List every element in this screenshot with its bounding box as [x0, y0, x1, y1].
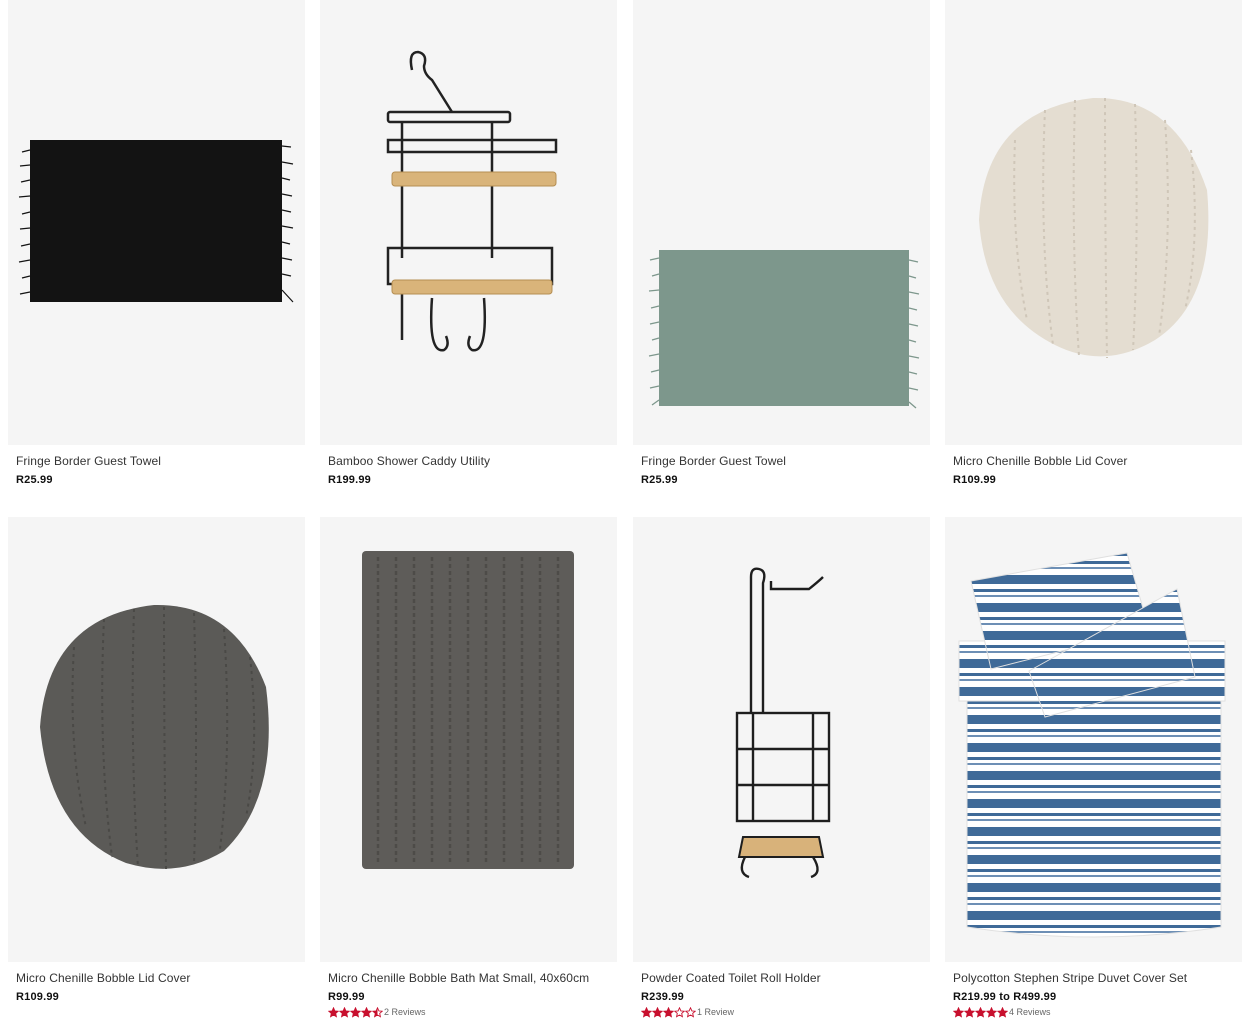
product-rating[interactable]: 2 Reviews — [328, 1006, 426, 1018]
star-icon — [652, 1006, 663, 1018]
product-price: R219.99 to R499.99 — [953, 991, 1057, 1003]
product-name[interactable]: Fringe Border Guest Towel — [641, 454, 786, 468]
star-outline-icon — [674, 1006, 685, 1018]
product-price: R199.99 — [328, 474, 371, 486]
product-price: R25.99 — [16, 474, 53, 486]
rating-stars — [641, 1006, 696, 1018]
product-image-grey-lid-cover[interactable] — [8, 517, 305, 962]
product-name[interactable]: Polycotton Stephen Stripe Duvet Cover Se… — [953, 971, 1187, 985]
product-price: R239.99 — [641, 991, 684, 1003]
product-card[interactable]: Fringe Border Guest Towel R25.99 — [633, 0, 930, 486]
product-card[interactable]: Bamboo Shower Caddy Utility R199.99 — [320, 0, 617, 486]
half-star-icon — [372, 1006, 383, 1018]
product-price: R109.99 — [16, 991, 59, 1003]
product-price: R99.99 — [328, 991, 365, 1003]
product-card[interactable]: Micro Chenille Bobble Lid Cover R109.99 — [8, 517, 305, 1003]
product-card[interactable]: Micro Chenille Bobble Bath Mat Small, 40… — [320, 517, 617, 1018]
star-icon — [641, 1006, 652, 1018]
rating-stars — [328, 1006, 383, 1018]
review-count[interactable]: 1 Review — [697, 1007, 734, 1017]
product-rating[interactable]: 4 Reviews — [953, 1006, 1051, 1018]
product-name[interactable]: Micro Chenille Bobble Lid Cover — [16, 971, 191, 985]
star-icon — [328, 1006, 339, 1018]
rating-stars — [953, 1006, 1008, 1018]
product-price: R25.99 — [641, 474, 678, 486]
product-image-cream-lid-cover[interactable] — [945, 0, 1242, 445]
product-image-grey-bath-mat[interactable] — [320, 517, 617, 962]
product-image-green-towel[interactable] — [633, 0, 930, 445]
star-icon — [997, 1006, 1008, 1018]
product-card[interactable]: Powder Coated Toilet Roll Holder R239.99… — [633, 517, 930, 1018]
product-card[interactable]: Micro Chenille Bobble Lid Cover R109.99 — [945, 0, 1242, 486]
star-icon — [339, 1006, 350, 1018]
review-count[interactable]: 4 Reviews — [1009, 1007, 1051, 1017]
product-image-toilet-roll-holder[interactable] — [633, 517, 930, 962]
product-name[interactable]: Micro Chenille Bobble Bath Mat Small, 40… — [328, 971, 589, 985]
product-image-stripe-duvet[interactable] — [945, 517, 1242, 962]
star-icon — [663, 1006, 674, 1018]
review-count[interactable]: 2 Reviews — [384, 1007, 426, 1017]
product-card[interactable]: Polycotton Stephen Stripe Duvet Cover Se… — [945, 517, 1242, 1018]
product-image-black-towel[interactable] — [8, 0, 305, 445]
star-icon — [964, 1006, 975, 1018]
star-icon — [953, 1006, 964, 1018]
product-image-shower-caddy[interactable] — [320, 0, 617, 445]
star-icon — [350, 1006, 361, 1018]
product-rating[interactable]: 1 Review — [641, 1006, 734, 1018]
product-name[interactable]: Fringe Border Guest Towel — [16, 454, 161, 468]
star-icon — [986, 1006, 997, 1018]
product-name[interactable]: Bamboo Shower Caddy Utility — [328, 454, 490, 468]
star-icon — [361, 1006, 372, 1018]
star-icon — [975, 1006, 986, 1018]
product-price: R109.99 — [953, 474, 996, 486]
product-name[interactable]: Powder Coated Toilet Roll Holder — [641, 971, 821, 985]
product-card[interactable]: Fringe Border Guest Towel R25.99 — [8, 0, 305, 486]
product-name[interactable]: Micro Chenille Bobble Lid Cover — [953, 454, 1128, 468]
star-outline-icon — [685, 1006, 696, 1018]
